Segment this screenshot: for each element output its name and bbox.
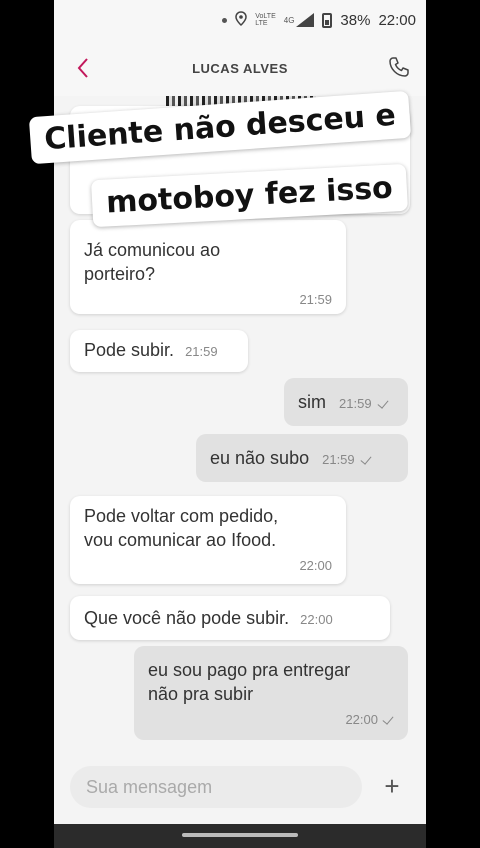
network-volte-label: VoLTE bbox=[255, 13, 276, 20]
add-attachment-button[interactable]: + bbox=[380, 772, 404, 800]
signal-icon bbox=[296, 13, 315, 27]
sent-check-icon bbox=[377, 400, 389, 408]
message-input[interactable] bbox=[70, 766, 362, 808]
network-type-label: 4G bbox=[283, 15, 295, 25]
message-bubble-incoming: Pode subir. 21:59 bbox=[70, 330, 248, 372]
notification-dot-icon bbox=[222, 17, 228, 23]
message-time: 22:00 bbox=[299, 558, 332, 573]
message-text: Que você não pode subir. bbox=[84, 608, 290, 628]
phone-call-icon[interactable] bbox=[388, 56, 410, 78]
message-bubble-incoming: Já comunicou ao porteiro? 21:59 bbox=[70, 220, 346, 314]
message-bubble-incoming: Pode voltar com pedido, vou comunicar ao… bbox=[70, 496, 346, 584]
battery-percent: 38% bbox=[340, 11, 371, 29]
message-time: 21:59 bbox=[322, 452, 355, 467]
message-text-line: não pra subir bbox=[148, 684, 254, 704]
status-bar: VoLTE LTE 4G 38% 22:00 bbox=[54, 0, 426, 40]
message-time: 22:00 bbox=[300, 612, 333, 627]
status-time: 22:00 bbox=[378, 11, 416, 29]
message-composer: + bbox=[54, 758, 426, 824]
message-text-line: Já comunicou ao bbox=[84, 240, 221, 260]
contact-name: LUCAS ALVES bbox=[192, 60, 288, 76]
message-time: 21:59 bbox=[339, 396, 372, 411]
sent-check-icon bbox=[360, 456, 372, 464]
message-text-line: vou comunicar ao Ifood. bbox=[84, 530, 277, 550]
home-gesture-handle[interactable] bbox=[182, 833, 298, 837]
location-icon bbox=[235, 11, 248, 29]
message-text-line: Pode voltar com pedido, bbox=[84, 506, 279, 526]
message-text: Pode subir. bbox=[84, 340, 175, 360]
network-lte-label: LTE bbox=[255, 20, 268, 27]
message-bubble-outgoing: eu não subo 21:59 bbox=[196, 434, 408, 482]
message-text: eu não subo bbox=[210, 448, 310, 468]
message-text-line: eu sou pago pra entregar bbox=[148, 660, 351, 680]
message-bubble-outgoing: eu sou pago pra entregar não pra subir 2… bbox=[134, 646, 408, 740]
battery-icon bbox=[322, 12, 333, 28]
message-bubble-outgoing: sim 21:59 bbox=[284, 378, 408, 426]
network-indicator: VoLTE LTE bbox=[255, 13, 276, 27]
message-text-line: porteiro? bbox=[84, 264, 156, 284]
message-time: 21:59 bbox=[185, 344, 218, 359]
message-text: sim bbox=[298, 392, 326, 412]
sent-check-icon bbox=[382, 716, 394, 724]
chat-header: LUCAS ALVES bbox=[54, 40, 426, 96]
message-time: 22:00 bbox=[345, 712, 378, 727]
message-bubble-incoming: Que você não pode subir. 22:00 bbox=[70, 596, 390, 640]
back-arrow-icon[interactable] bbox=[74, 56, 94, 80]
system-nav-bar bbox=[54, 824, 426, 848]
message-time: 21:59 bbox=[299, 292, 332, 307]
